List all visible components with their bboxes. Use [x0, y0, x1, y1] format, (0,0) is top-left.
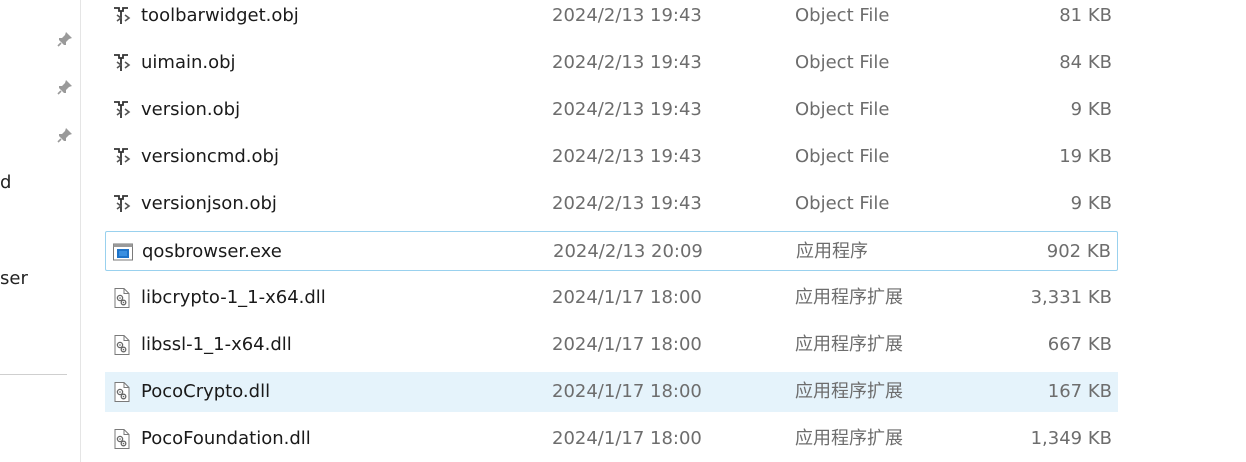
- navigation-pane: d ser: [0, 0, 80, 462]
- file-name: toolbarwidget.obj: [141, 5, 299, 26]
- file-date-modified: 2024/2/13 19:43: [552, 99, 702, 120]
- dll-file-icon: [111, 287, 133, 309]
- file-type: 应用程序: [796, 241, 868, 262]
- file-date-modified: 2024/1/17 18:00: [552, 428, 702, 449]
- object-file-icon: [111, 99, 133, 121]
- nav-item-label[interactable]: d: [0, 172, 11, 193]
- file-row[interactable]: versioncmd.obj 2024/2/13 19:43 Object File…: [105, 137, 1118, 177]
- file-row[interactable]: uimain.obj 2024/2/13 19:43 Object File 84 K…: [105, 43, 1118, 83]
- object-file-icon: [111, 193, 133, 215]
- dll-file-icon: [111, 428, 133, 450]
- file-date-modified: 2024/2/13 20:09: [553, 241, 703, 262]
- file-row[interactable]: qosbrowser.exe 2024/2/13 20:09 应用程序 902 KB: [105, 231, 1118, 271]
- file-size: 81 KB: [1059, 5, 1112, 26]
- pane-divider[interactable]: [80, 0, 81, 462]
- file-row[interactable]: PocoCrypto.dll 2024/1/17 18:00 应用程序扩展 167 K…: [105, 372, 1118, 412]
- nav-item-label[interactable]: ser: [0, 268, 28, 289]
- file-type: Object File: [795, 146, 890, 167]
- file-size: 19 KB: [1059, 146, 1112, 167]
- pin-icon[interactable]: [56, 30, 74, 48]
- file-type: Object File: [795, 193, 890, 214]
- nav-divider: [0, 374, 67, 375]
- file-name: version.obj: [141, 99, 241, 120]
- object-file-icon: [111, 52, 133, 74]
- file-type: Object File: [795, 99, 890, 120]
- file-name: qosbrowser.exe: [142, 241, 282, 262]
- file-type: 应用程序扩展: [795, 334, 903, 355]
- file-size: 167 KB: [1047, 381, 1112, 402]
- file-date-modified: 2024/1/17 18:00: [552, 334, 702, 355]
- file-name: PocoFoundation.dll: [141, 428, 311, 449]
- pin-icon[interactable]: [56, 126, 74, 144]
- file-list: toolbarwidget.obj 2024/2/13 19:43 Object F…: [105, 0, 1118, 462]
- file-name: versioncmd.obj: [141, 146, 279, 167]
- file-type: 应用程序扩展: [795, 287, 903, 308]
- object-file-icon: [111, 146, 133, 168]
- application-icon: [112, 241, 134, 263]
- file-date-modified: 2024/2/13 19:43: [552, 146, 702, 167]
- file-size: 1,349 KB: [1030, 428, 1112, 449]
- file-date-modified: 2024/2/13 19:43: [552, 5, 702, 26]
- file-date-modified: 2024/2/13 19:43: [552, 193, 702, 214]
- file-size: 9 KB: [1070, 99, 1112, 120]
- pin-icon[interactable]: [56, 78, 74, 96]
- file-size: 902 KB: [1046, 241, 1111, 262]
- file-type: 应用程序扩展: [795, 381, 903, 402]
- file-date-modified: 2024/1/17 18:00: [552, 381, 702, 402]
- dll-file-icon: [111, 381, 133, 403]
- file-type: Object File: [795, 5, 890, 26]
- object-file-icon: [111, 5, 133, 27]
- file-size: 9 KB: [1070, 193, 1112, 214]
- file-date-modified: 2024/2/13 19:43: [552, 52, 702, 73]
- file-size: 667 KB: [1047, 334, 1112, 355]
- file-date-modified: 2024/1/17 18:00: [552, 287, 702, 308]
- file-type: Object File: [795, 52, 890, 73]
- file-row[interactable]: libcrypto-1_1-x64.dll 2024/1/17 18:00 应用程序…: [105, 278, 1118, 318]
- file-size: 3,331 KB: [1030, 287, 1112, 308]
- file-name: uimain.obj: [141, 52, 236, 73]
- file-row[interactable]: version.obj 2024/2/13 19:43 Object File 9 K…: [105, 90, 1118, 130]
- file-row[interactable]: libssl-1_1-x64.dll 2024/1/17 18:00 应用程序扩展 6…: [105, 325, 1118, 365]
- file-name: versionjson.obj: [141, 193, 277, 214]
- file-type: 应用程序扩展: [795, 428, 903, 449]
- file-size: 84 KB: [1059, 52, 1112, 73]
- file-row[interactable]: PocoFoundation.dll 2024/1/17 18:00 应用程序扩展 1…: [105, 419, 1118, 459]
- file-name: PocoCrypto.dll: [141, 381, 271, 402]
- file-name: libcrypto-1_1-x64.dll: [141, 287, 326, 308]
- file-row[interactable]: toolbarwidget.obj 2024/2/13 19:43 Object F…: [105, 0, 1118, 36]
- file-row[interactable]: versionjson.obj 2024/2/13 19:43 Object Fil…: [105, 184, 1118, 224]
- file-name: libssl-1_1-x64.dll: [141, 334, 292, 355]
- dll-file-icon: [111, 334, 133, 356]
